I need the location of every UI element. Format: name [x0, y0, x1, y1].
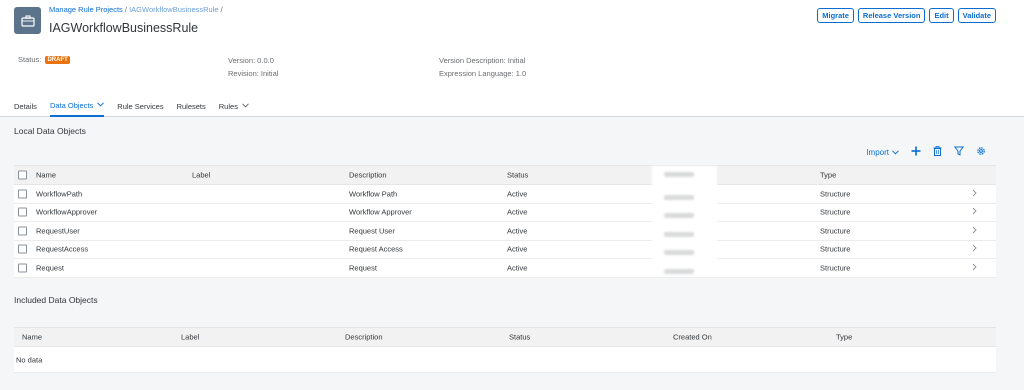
- included-data-objects-title: Included Data Objects: [14, 295, 98, 305]
- local-data-objects-title: Local Data Objects: [14, 126, 86, 136]
- row-status: Active: [507, 263, 528, 273]
- row-checkbox[interactable]: [18, 263, 27, 273]
- column-header-name[interactable]: Name: [22, 333, 42, 342]
- row-type: Structure: [820, 207, 851, 217]
- row-status: Active: [507, 207, 528, 217]
- row-description: Request User: [349, 226, 395, 236]
- tab-rulesets[interactable]: Rulesets: [177, 98, 206, 117]
- validate-button[interactable]: Validate: [957, 8, 996, 23]
- row-type: Structure: [820, 226, 851, 236]
- empty-table-row: No data: [14, 347, 996, 373]
- chevron-right-icon[interactable]: [972, 226, 977, 235]
- column-header-status[interactable]: Status: [507, 171, 528, 180]
- column-header-label[interactable]: Label: [192, 171, 210, 180]
- tab-details-label: Details: [14, 102, 37, 111]
- column-header-created-on[interactable]: Created On: [673, 333, 712, 342]
- column-header-description[interactable]: Description: [345, 333, 383, 342]
- tab-rule-services-label: Rule Services: [117, 102, 164, 111]
- row-name: RequestAccess: [36, 244, 89, 254]
- page-title: IAGWorkflowBusinessRule: [49, 21, 199, 35]
- tab-rules-label: Rules: [218, 102, 238, 111]
- expression-language-field: Expression Language: 1.0: [439, 69, 527, 78]
- table-row[interactable]: RequestAccess Request Access Active Stru…: [14, 240, 996, 259]
- filter-icon[interactable]: [953, 146, 965, 158]
- table-row[interactable]: WorkflowApprover Workflow Approver Activ…: [14, 203, 996, 222]
- breadcrumb: Manage Rule Projects / IAGWorkflowBusine…: [49, 5, 223, 14]
- local-data-objects-table: Name Label Description Status Type Workf…: [14, 165, 996, 278]
- breadcrumb-separator: /: [124, 5, 127, 14]
- revision-field: Revision: Initial: [228, 69, 279, 78]
- no-data-text: No data: [16, 355, 43, 364]
- breadcrumb-link-project[interactable]: IAGWorkflowBusinessRule: [129, 5, 218, 14]
- row-name: Request: [36, 263, 64, 273]
- delete-icon[interactable]: [933, 146, 942, 158]
- version-field: Version: 0.0.0: [228, 56, 274, 65]
- select-all-checkbox[interactable]: [18, 170, 27, 180]
- row-status: Active: [507, 226, 528, 236]
- row-description: Request: [349, 263, 377, 273]
- tab-data-objects-label: Data Objects: [49, 101, 94, 110]
- row-status: Active: [507, 244, 528, 254]
- chevron-down-icon: [892, 148, 899, 157]
- column-header-name[interactable]: Name: [36, 171, 56, 180]
- tab-data-objects[interactable]: Data Objects: [49, 98, 105, 117]
- row-name: WorkflowPath: [36, 189, 83, 199]
- local-table-toolbar: Import: [866, 146, 986, 158]
- row-type: Structure: [820, 189, 851, 199]
- status-badge: DRAFT: [45, 56, 70, 64]
- release-version-button[interactable]: Release Version: [857, 8, 926, 23]
- settings-icon[interactable]: [976, 146, 986, 158]
- table-header-row: Name Label Description Status Type: [14, 165, 996, 185]
- object-page-header: Manage Rule Projects / IAGWorkflowBusine…: [0, 0, 1024, 117]
- migrate-button[interactable]: Migrate: [817, 8, 854, 23]
- version-description-field: Version Description: Initial: [439, 56, 526, 65]
- included-data-objects-table: Name Label Description Status Created On…: [14, 327, 996, 373]
- row-checkbox[interactable]: [18, 226, 27, 236]
- chevron-down-icon: [97, 102, 105, 109]
- add-icon[interactable]: [911, 146, 921, 158]
- row-description: Request Access: [349, 244, 403, 254]
- row-type: Structure: [820, 263, 851, 273]
- row-checkbox[interactable]: [18, 244, 27, 254]
- status-label: Status:: [18, 55, 42, 64]
- chevron-right-icon[interactable]: [972, 263, 977, 272]
- row-name: RequestUser: [36, 226, 80, 236]
- table-row[interactable]: Request Request Active Structure: [14, 259, 996, 278]
- import-menu-button[interactable]: Import: [866, 148, 899, 157]
- redacted-column: [652, 166, 717, 276]
- row-description: Workflow Path: [349, 189, 398, 199]
- edit-button[interactable]: Edit: [929, 8, 954, 23]
- row-checkbox[interactable]: [18, 207, 27, 217]
- header-actions: Migrate Release Version Edit Validate: [817, 8, 996, 23]
- breadcrumb-link-manage-rule-projects[interactable]: Manage Rule Projects: [49, 5, 123, 14]
- chevron-down-icon: [242, 103, 249, 110]
- tab-rules[interactable]: Rules: [219, 98, 249, 117]
- tab-bar: Details Data Objects Rule Services Rules…: [14, 98, 262, 117]
- row-type: Structure: [820, 244, 851, 254]
- tab-rule-services[interactable]: Rule Services: [117, 98, 163, 117]
- chevron-right-icon[interactable]: [972, 244, 977, 254]
- column-header-label[interactable]: Label: [181, 333, 199, 342]
- briefcase-icon: [14, 7, 41, 34]
- table-row[interactable]: WorkflowPath Workflow Path Active Struct…: [14, 185, 996, 204]
- row-description: Workflow Approver: [349, 207, 412, 217]
- column-header-status[interactable]: Status: [509, 333, 530, 342]
- breadcrumb-separator-end: /: [220, 5, 223, 14]
- row-checkbox[interactable]: [18, 189, 27, 199]
- column-header-description[interactable]: Description: [349, 171, 387, 180]
- row-name: WorkflowApprover: [36, 207, 98, 217]
- tab-rulesets-label: Rulesets: [176, 102, 206, 111]
- import-label: Import: [866, 147, 889, 157]
- tab-details[interactable]: Details: [14, 98, 37, 117]
- row-status: Active: [507, 189, 528, 199]
- table-header-row: Name Label Description Status Created On…: [14, 327, 996, 347]
- chevron-right-icon[interactable]: [972, 189, 977, 198]
- status-field: Status: DRAFT: [18, 55, 70, 64]
- chevron-right-icon[interactable]: [972, 207, 977, 217]
- column-header-type[interactable]: Type: [836, 333, 852, 342]
- table-row[interactable]: RequestUser Request User Active Structur…: [14, 222, 996, 241]
- column-header-type[interactable]: Type: [820, 171, 836, 180]
